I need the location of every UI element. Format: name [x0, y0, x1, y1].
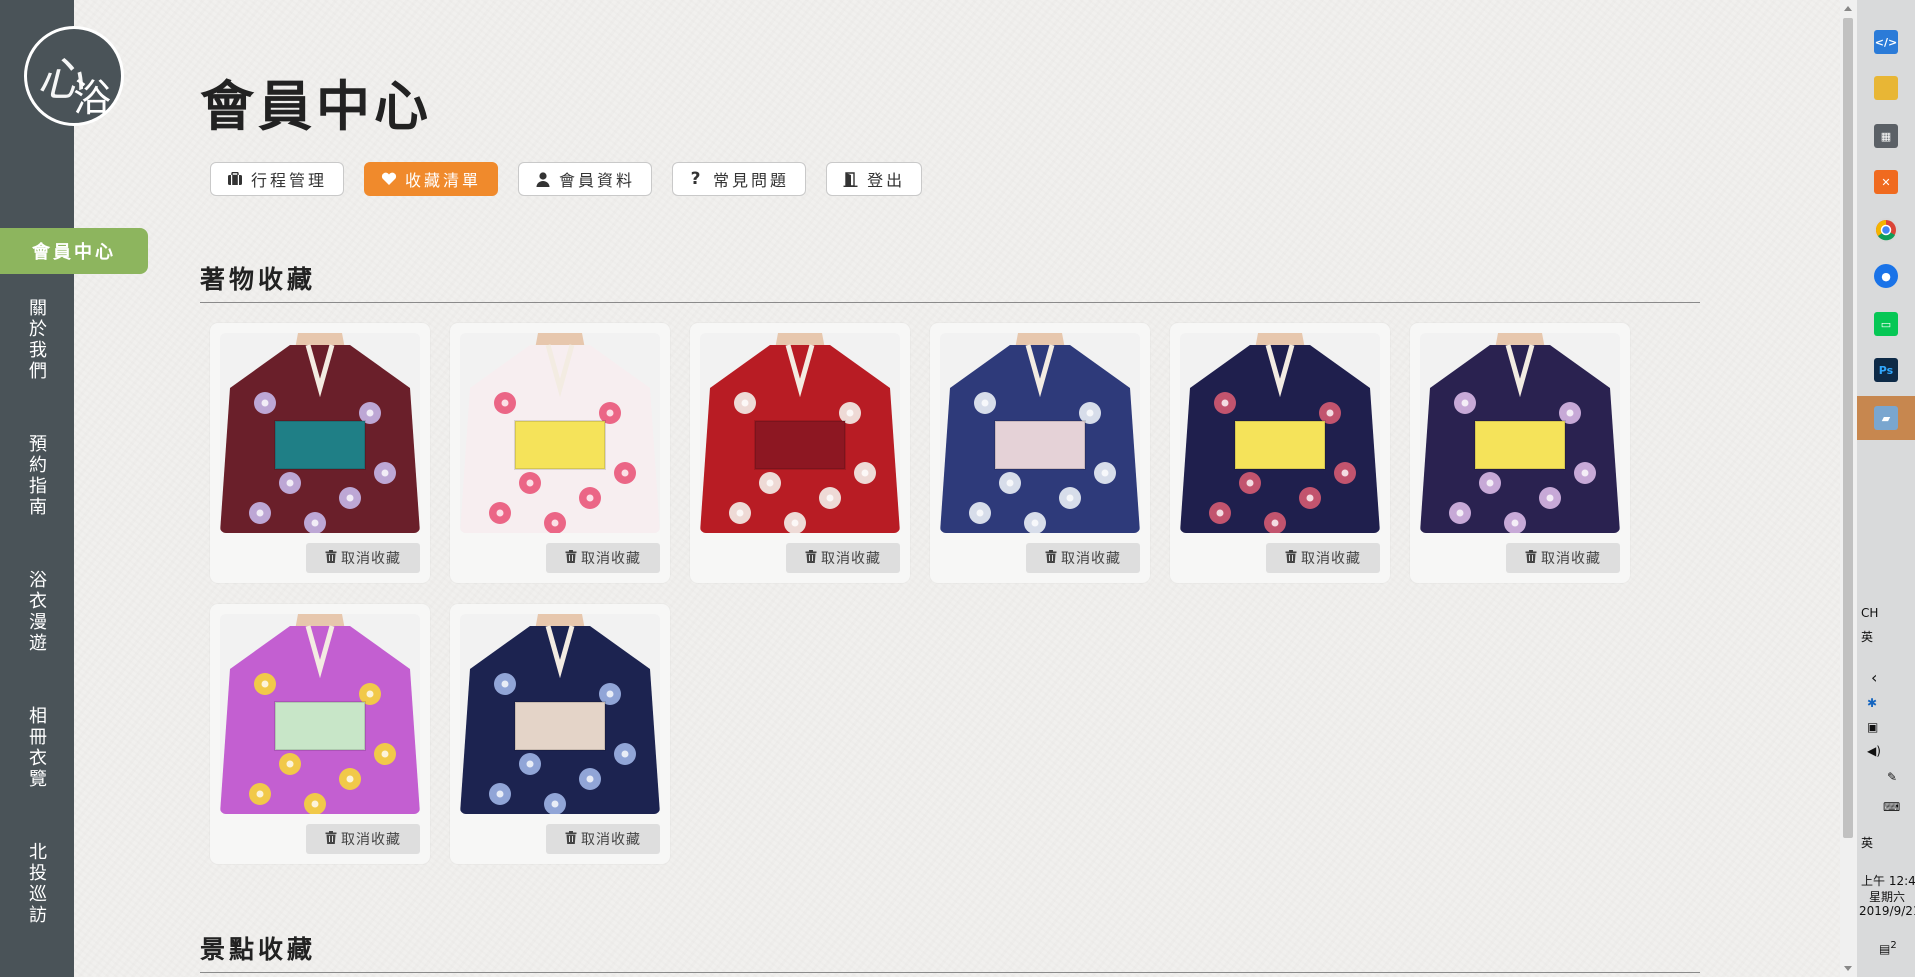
notification-icon[interactable]: ▤2 — [1879, 940, 1897, 956]
page-title: 會員中心 — [200, 74, 432, 138]
ime-bottom-indicator[interactable]: 英 — [1861, 834, 1873, 851]
maps-pin-icon[interactable]: ● — [1874, 264, 1898, 288]
nav-item-beitou[interactable]: 北投巡訪 — [26, 842, 50, 926]
remove-favorite-button[interactable]: 取消收藏 — [786, 543, 900, 573]
volume-icon[interactable]: ◀) — [1867, 744, 1881, 758]
trash-icon — [1285, 549, 1297, 567]
tab-label: 會員資料 — [559, 171, 636, 190]
trash-icon — [565, 549, 577, 567]
tab-logout[interactable]: 登出 — [826, 162, 923, 196]
remove-favorite-label: 取消收藏 — [581, 551, 641, 567]
site-logo[interactable]: 心 浴 — [24, 26, 124, 126]
kimono-card[interactable]: 取消收藏 — [930, 323, 1150, 583]
tab-trip-management[interactable]: 行程管理 — [210, 162, 345, 196]
remove-favorite-button[interactable]: 取消收藏 — [546, 824, 660, 854]
remove-favorite-button[interactable]: 取消收藏 — [306, 824, 420, 854]
section-title-spots: 景點收藏 — [200, 935, 317, 964]
remove-favorite-label: 取消收藏 — [341, 832, 401, 848]
section-divider — [200, 302, 1700, 303]
kimono-card[interactable]: 取消收藏 — [210, 604, 430, 864]
kimono-card[interactable]: 取消收藏 — [210, 323, 430, 583]
door-icon — [843, 171, 859, 187]
kimono-photo[interactable] — [220, 333, 420, 533]
ime-mode-indicator[interactable]: 英 — [1861, 628, 1873, 645]
nav-item-album[interactable]: 相冊衣覽 — [26, 706, 50, 790]
tab-label: 行程管理 — [251, 171, 328, 190]
keyboard-icon[interactable]: ⌨ — [1883, 800, 1900, 814]
heart-icon — [381, 171, 397, 187]
kimono-photo[interactable] — [460, 614, 660, 814]
kimono-card[interactable]: 取消收藏 — [1410, 323, 1630, 583]
question-icon: ? — [690, 169, 704, 189]
tab-label: 常見問題 — [713, 171, 790, 190]
remove-favorite-label: 取消收藏 — [1541, 551, 1601, 567]
remove-favorite-button[interactable]: 取消收藏 — [546, 543, 660, 573]
kimono-photo[interactable] — [1180, 333, 1380, 533]
pen-icon[interactable]: ✎ — [1887, 770, 1897, 784]
tab-favorites[interactable]: 收藏清單 — [364, 162, 499, 196]
tab-label: 登出 — [867, 171, 906, 190]
trash-icon — [325, 830, 337, 848]
clock-time[interactable]: 上午 12:43 — [1861, 872, 1915, 889]
chrome-icon[interactable] — [1874, 218, 1898, 242]
tab-member-info[interactable]: 會員資料 — [518, 162, 653, 196]
section-divider — [200, 972, 1700, 973]
tab-label: 收藏清單 — [405, 171, 482, 190]
file-explorer-icon[interactable] — [1874, 76, 1898, 100]
nav-item-member-center[interactable]: 會員中心 — [0, 228, 148, 274]
vscode-icon[interactable]: </> — [1874, 30, 1898, 54]
clock-weekday: 星期六 — [1869, 890, 1906, 904]
tab-faq[interactable]: ? 常見問題 — [672, 162, 807, 196]
photos-app-icon[interactable]: ▰ — [1874, 406, 1898, 430]
suitcase-icon — [227, 171, 243, 187]
remove-favorite-button[interactable]: 取消收藏 — [1266, 543, 1380, 573]
logo-glyph-b: 浴 — [73, 76, 112, 120]
remove-favorite-button[interactable]: 取消收藏 — [1506, 543, 1620, 573]
remove-favorite-label: 取消收藏 — [581, 832, 641, 848]
member-tabs: 行程管理 收藏清單 會員資料 ? 常見問題 登出 — [210, 162, 923, 196]
chevron-left-icon[interactable]: ‹ — [1871, 668, 1877, 687]
user-icon — [535, 171, 551, 187]
kimono-card[interactable]: 取消收藏 — [450, 323, 670, 583]
scroll-thumb[interactable] — [1843, 18, 1853, 838]
section-title-kimono: 著物收藏 — [200, 265, 317, 294]
notification-count: 2 — [1890, 940, 1897, 951]
clock-date: 2019/9/21 — [1859, 904, 1915, 918]
scroll-up-icon[interactable] — [1844, 6, 1852, 11]
sidebar: 關於我們 預約指南 浴衣漫遊 相冊衣覽 北投巡訪 — [0, 0, 74, 977]
kimono-photo[interactable] — [220, 614, 420, 814]
kimono-card[interactable]: 取消收藏 — [1170, 323, 1390, 583]
photoshop-icon[interactable]: Ps — [1874, 358, 1898, 382]
xampp-icon[interactable]: ✕ — [1874, 170, 1898, 194]
network-icon[interactable]: ▣ — [1867, 720, 1878, 734]
trash-icon — [565, 830, 577, 848]
scroll-down-icon[interactable] — [1844, 966, 1852, 971]
kimono-photo[interactable] — [700, 333, 900, 533]
trash-icon — [1045, 549, 1057, 567]
kimono-card[interactable]: 取消收藏 — [450, 604, 670, 864]
nav-item-yukata-tour[interactable]: 浴衣漫遊 — [26, 570, 50, 654]
remove-favorite-button[interactable]: 取消收藏 — [1026, 543, 1140, 573]
kimono-card[interactable]: 取消收藏 — [690, 323, 910, 583]
remove-favorite-label: 取消收藏 — [821, 551, 881, 567]
os-taskbar: </> ▦ ✕ ● ▭ Ps ▰ CH 英 ‹ ✱ ▣ ◀) ✎ ⌨ 英 上午 … — [1857, 0, 1915, 977]
remove-favorite-label: 取消收藏 — [1061, 551, 1121, 567]
remove-favorite-label: 取消收藏 — [1301, 551, 1361, 567]
nav-item-about[interactable]: 關於我們 — [26, 298, 50, 382]
kimono-photo[interactable] — [460, 333, 660, 533]
kimono-photo[interactable] — [1420, 333, 1620, 533]
trash-icon — [805, 549, 817, 567]
trash-icon — [325, 549, 337, 567]
kimono-photo[interactable] — [940, 333, 1140, 533]
ime-language-indicator[interactable]: CH — [1861, 606, 1878, 620]
calculator-icon[interactable]: ▦ — [1874, 124, 1898, 148]
remove-favorite-label: 取消收藏 — [341, 551, 401, 567]
nav-item-booking-guide[interactable]: 預約指南 — [26, 434, 50, 518]
remove-favorite-button[interactable]: 取消收藏 — [306, 543, 420, 573]
trash-icon — [1525, 549, 1537, 567]
bluetooth-icon[interactable]: ✱ — [1867, 696, 1877, 710]
line-app-icon[interactable]: ▭ — [1874, 312, 1898, 336]
page-scrollbar[interactable] — [1840, 0, 1857, 977]
